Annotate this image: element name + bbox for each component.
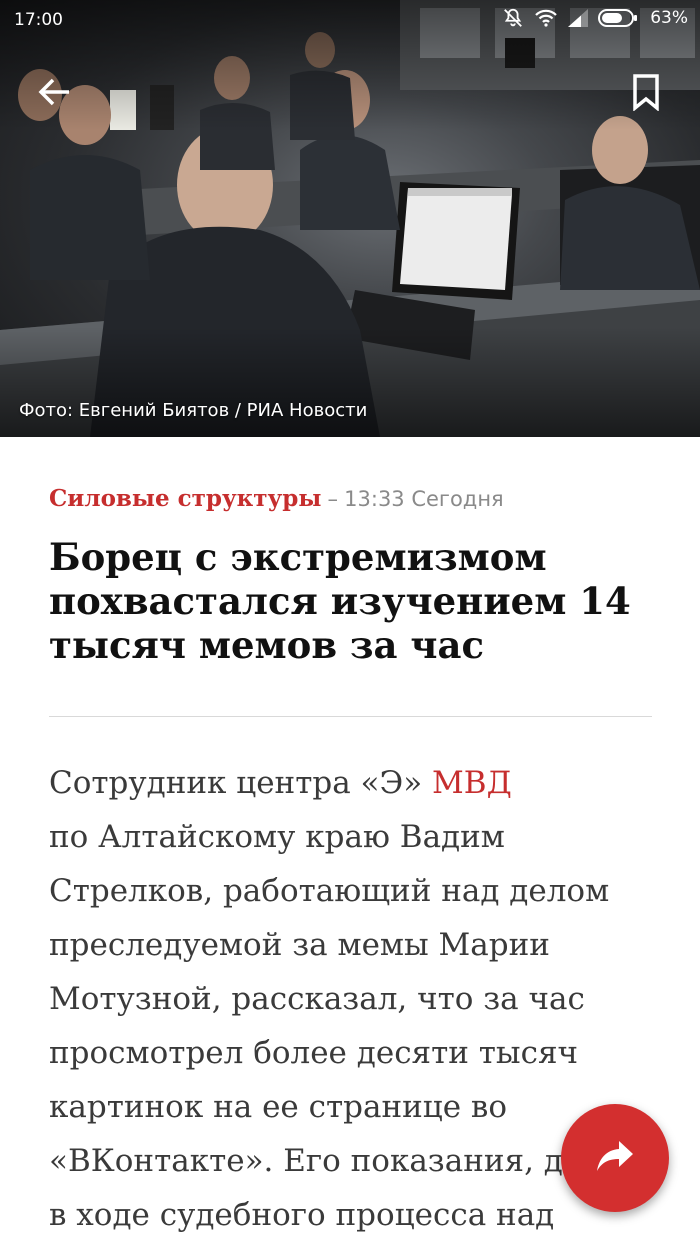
mvd-link[interactable]: МВД <box>432 765 512 801</box>
mute-icon <box>502 7 524 29</box>
meta-separator: – <box>327 487 339 511</box>
divider <box>49 716 652 717</box>
signal-icon <box>568 9 589 27</box>
body-line: в ходе судебного процесса над <box>49 1197 555 1233</box>
article-meta: Силовые структуры – 13:33 Сегодня <box>49 485 504 512</box>
body-line: Сотрудник центра «Э» МВД <box>49 756 659 810</box>
share-icon <box>595 1139 635 1178</box>
status-bar: 17:00 63% <box>0 0 700 40</box>
body-line: картинок на ее странице во <box>49 1089 508 1125</box>
headline-line: Борец с экстремизмом <box>49 535 547 579</box>
body-line: по Алтайскому краю Вадим <box>49 819 505 855</box>
bookmark-icon <box>632 73 660 116</box>
back-button[interactable] <box>26 66 82 122</box>
article-headline: Борец с экстремизмом похвастался изучени… <box>49 535 649 667</box>
wifi-icon <box>534 8 558 28</box>
photo-credit: Фото: Евгений Биятов / РИА Новости <box>19 400 368 421</box>
bookmark-button[interactable] <box>618 66 674 122</box>
body-line: Стрелков, работающий над делом <box>49 873 610 909</box>
category-link[interactable]: Силовые структуры <box>49 485 321 512</box>
battery-percent: 63% <box>650 8 688 28</box>
body-line: преследуемой за мемы Марии <box>49 927 550 963</box>
status-icons: 63% <box>502 7 688 29</box>
body-line: Мотузной, рассказал, что за час <box>49 981 585 1017</box>
publish-time: 13:33 Сегодня <box>344 487 504 511</box>
hero-photo <box>0 0 700 437</box>
headline-line: похвастался изучением 14 <box>49 579 631 623</box>
status-time: 17:00 <box>14 10 63 30</box>
body-line: просмотрел более десяти тысяч <box>49 1035 579 1071</box>
share-button[interactable] <box>561 1104 669 1212</box>
headline-line: тысяч мемов за час <box>49 623 484 667</box>
body-text-fragment: Сотрудник центра «Э» <box>49 765 433 801</box>
arrow-left-icon <box>37 77 71 112</box>
battery-icon <box>598 8 638 28</box>
